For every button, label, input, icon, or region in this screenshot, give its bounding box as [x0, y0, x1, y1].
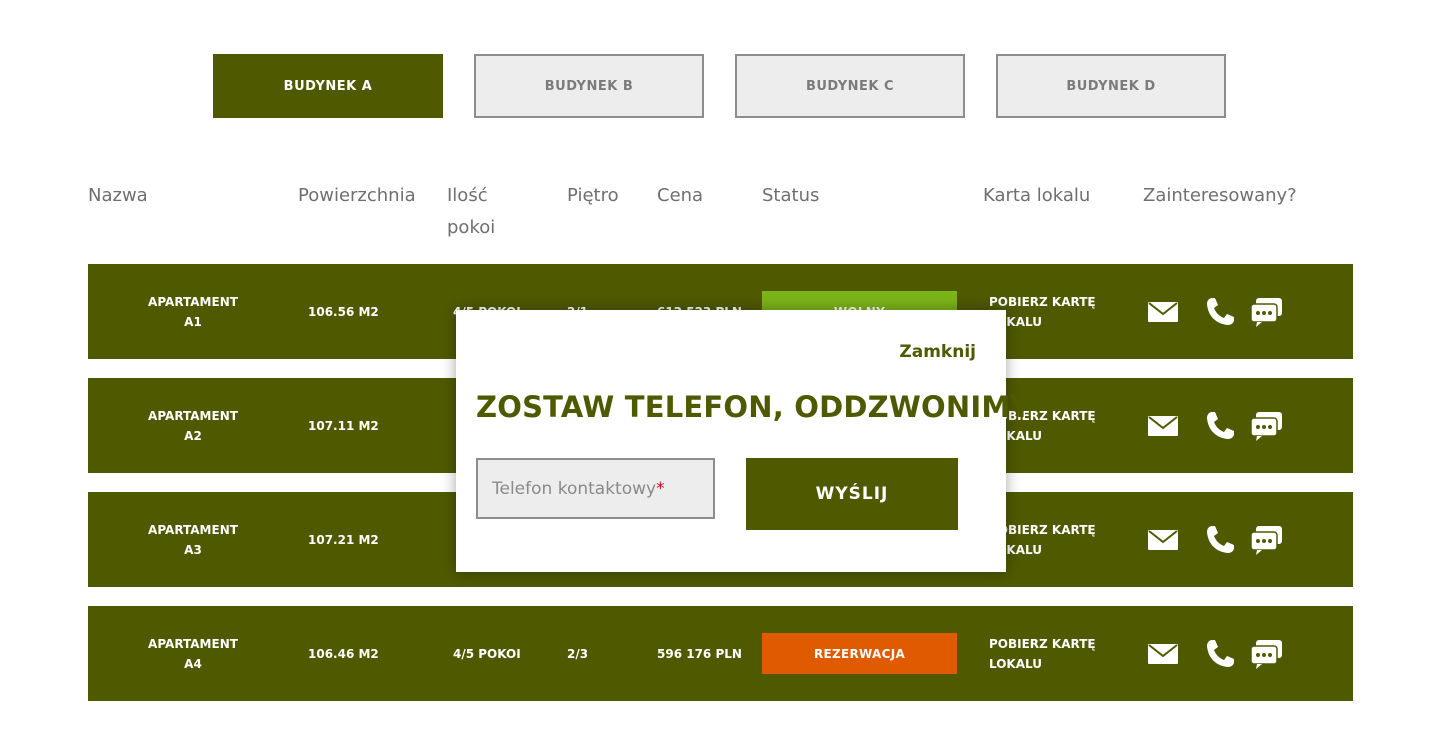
- apartment-floor: 2/3: [567, 646, 589, 661]
- apartment-area: 107.21 M2: [308, 532, 379, 547]
- header-interested: Zainteresowany?: [1143, 185, 1297, 206]
- chat-icon[interactable]: [1248, 636, 1284, 672]
- apartment-name: APARTAMENT A1: [148, 294, 238, 329]
- apartment-rooms: 4/5 POKOI: [453, 646, 521, 661]
- download-card-link[interactable]: POBIERZ KARTĘ LOKALU: [989, 606, 1099, 701]
- tab-budynek-c[interactable]: BUDYNEK C: [735, 54, 965, 118]
- table-row: APARTAMENT A4 106.46 M2 4/5 POKOI 2/3 59…: [88, 606, 1353, 701]
- apartment-price: 596 176 PLN: [657, 646, 742, 661]
- close-button[interactable]: Zamknij: [899, 342, 976, 362]
- tab-budynek-a[interactable]: BUDYNEK A: [213, 54, 443, 118]
- phone-icon[interactable]: [1202, 294, 1238, 330]
- apartment-area: 106.46 M2: [308, 646, 379, 661]
- chat-icon[interactable]: [1248, 294, 1284, 330]
- building-tabs: BUDYNEK A BUDYNEK B BUDYNEK C BUDYNEK D: [0, 54, 1440, 118]
- apartment-area: 106.56 M2: [308, 304, 379, 319]
- chat-icon[interactable]: [1248, 408, 1284, 444]
- chat-icon[interactable]: [1248, 522, 1284, 558]
- header-price: Cena: [657, 185, 704, 206]
- header-name: Nazwa: [88, 185, 148, 206]
- header-status: Status: [762, 185, 820, 206]
- send-button[interactable]: WYŚLIJ: [746, 458, 958, 530]
- modal-title: ZOSTAW TELEFON, ODDZWONIMY: [476, 390, 1032, 424]
- phone-field[interactable]: Telefon kontaktowy *: [476, 458, 715, 519]
- tab-budynek-d[interactable]: BUDYNEK D: [996, 54, 1226, 118]
- header-area: Powierzchnia: [298, 185, 416, 206]
- envelope-icon[interactable]: [1145, 636, 1181, 672]
- apartment-name: APARTAMENT A3: [148, 522, 238, 557]
- envelope-icon[interactable]: [1145, 522, 1181, 558]
- header-floor: Piętro: [567, 185, 619, 206]
- header-rooms: Ilość pokoi: [447, 185, 496, 238]
- phone-icon[interactable]: [1202, 636, 1238, 672]
- phone-icon[interactable]: [1202, 408, 1238, 444]
- table-header: Nazwa Powierzchnia Ilość pokoi Piętro Ce…: [0, 180, 1440, 250]
- status-badge: REZERWACJA: [762, 633, 957, 674]
- apartment-name: APARTAMENT A2: [148, 408, 238, 443]
- envelope-icon[interactable]: [1145, 408, 1181, 444]
- apartment-name: APARTAMENT A4: [148, 636, 238, 671]
- apartment-area: 107.11 M2: [308, 418, 379, 433]
- tab-budynek-b[interactable]: BUDYNEK B: [474, 54, 704, 118]
- header-card: Karta lokalu: [983, 185, 1091, 206]
- envelope-icon[interactable]: [1145, 294, 1181, 330]
- phone-icon[interactable]: [1202, 522, 1238, 558]
- callback-modal: Zamknij ZOSTAW TELEFON, ODDZWONIMY Telef…: [456, 310, 1031, 572]
